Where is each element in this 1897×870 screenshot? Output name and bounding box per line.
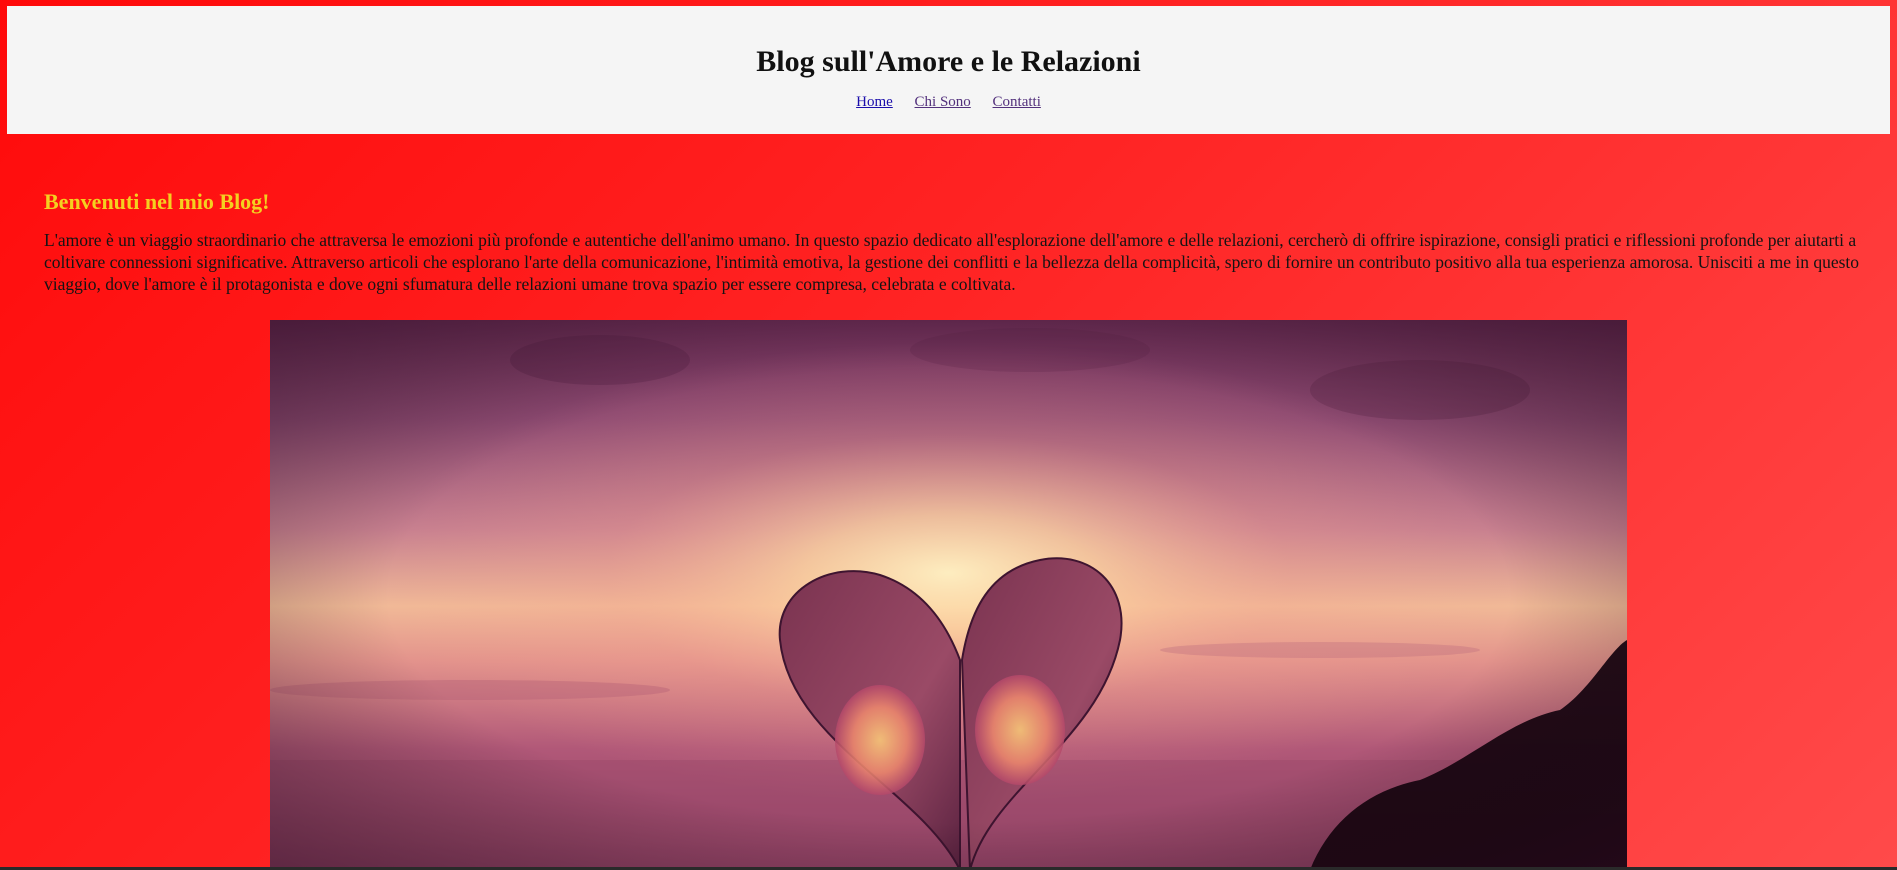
main-nav: Home Chi Sono Contatti: [7, 92, 1890, 112]
welcome-heading: Benvenuti nel mio Blog!: [44, 189, 270, 214]
hero-image: [270, 320, 1627, 870]
main-content: Benvenuti nel mio Blog! L'amore è un via…: [44, 186, 1859, 295]
site-title: Blog sull'Amore e le Relazioni: [756, 45, 1141, 78]
nav-link-chi-sono[interactable]: Chi Sono: [915, 94, 971, 110]
site-header: Blog sull'Amore e le Relazioni Home Chi …: [7, 6, 1890, 134]
nav-link-contatti[interactable]: Contatti: [993, 94, 1041, 110]
nav-link-home[interactable]: Home: [856, 94, 893, 110]
intro-paragraph: L'amore è un viaggio straordinario che a…: [44, 230, 1860, 294]
paper-heart-sunset-photo: [270, 320, 1627, 870]
